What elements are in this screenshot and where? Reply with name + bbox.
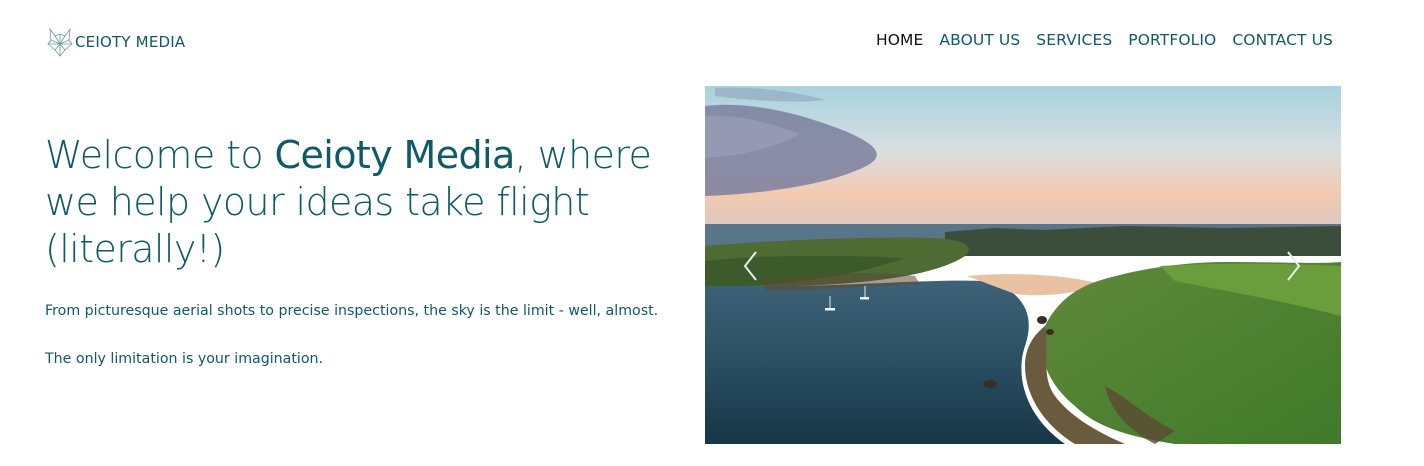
hero-title-prefix: Welcome to <box>45 133 275 177</box>
chevron-left-icon[interactable] <box>739 248 763 284</box>
site-logo[interactable]: CEIOTY MEDIA <box>47 27 185 57</box>
nav-item-contact-us[interactable]: CONTACT US <box>1232 31 1333 49</box>
nav-item-services[interactable]: SERVICES <box>1036 31 1112 49</box>
logo-text: CEIOTY MEDIA <box>75 33 186 51</box>
hero-image-slider[interactable] <box>705 86 1341 444</box>
hero-paragraph-1: From picturesque aerial shots to precise… <box>45 303 659 319</box>
hero-paragraph-2: The only limitation is your imagination. <box>45 351 324 367</box>
main-nav: HOME ABOUT US SERVICES PORTFOLIO CONTACT… <box>876 31 1333 49</box>
nav-item-home[interactable]: HOME <box>876 31 923 49</box>
wolf-head-icon <box>47 27 73 57</box>
nav-item-portfolio[interactable]: PORTFOLIO <box>1128 31 1216 49</box>
nav-item-about-us[interactable]: ABOUT US <box>939 31 1020 49</box>
chevron-right-icon[interactable] <box>1281 248 1305 284</box>
hero-title-brand: Ceioty Media <box>274 133 516 177</box>
slide-image-coastline <box>705 86 1341 444</box>
hero-title: Welcome to Ceioty Media, where we help y… <box>45 132 685 273</box>
